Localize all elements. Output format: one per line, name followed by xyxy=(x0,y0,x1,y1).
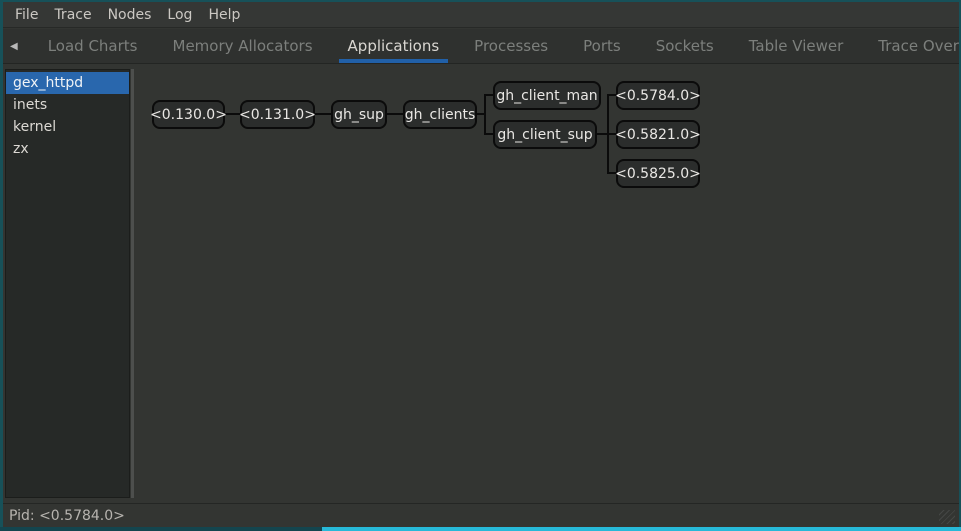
menu-trace[interactable]: Trace xyxy=(46,2,99,28)
sidebar-item-gex-httpd[interactable]: gex_httpd xyxy=(6,72,129,94)
process-tree-canvas: <0.130.0> <0.131.0> gh_sup gh_clients gh_cli… xyxy=(0,0,961,531)
window-border-left xyxy=(0,0,3,531)
observer-window: FileTraceNodesLogHelp ◀ Load Charts Memor… xyxy=(0,0,961,531)
process-node-gh-clients[interactable]: gh_clients xyxy=(403,100,477,129)
tab-strip: Load Charts Memory Allocators Applications… xyxy=(25,29,961,63)
tab-processes[interactable]: Processes xyxy=(465,29,557,63)
content-area: gex_httpdinetskernelzx <0.130.0> <0.131.0… xyxy=(3,64,959,503)
sidebar-item-kernel[interactable]: kernel xyxy=(6,116,129,138)
tab-bar: ◀ Load Charts Memory Allocators Applicatio… xyxy=(3,29,959,64)
menu-help[interactable]: Help xyxy=(200,2,248,28)
process-node-gh-sup[interactable]: gh_sup xyxy=(331,100,387,129)
tab-applications[interactable]: Applications xyxy=(339,29,449,63)
status-bar: Pid: <0.5784.0> xyxy=(3,503,959,527)
process-node-gh-client-sup[interactable]: gh_client_sup xyxy=(493,120,597,149)
tree-connector xyxy=(477,113,485,115)
process-node-0-5825-0[interactable]: <0.5825.0> xyxy=(616,159,700,188)
status-text: Pid: <0.5784.0> xyxy=(9,508,125,524)
tab-sockets[interactable]: Sockets xyxy=(647,29,723,63)
tree-connector xyxy=(597,133,608,135)
tab-table-viewer[interactable]: Table Viewer xyxy=(740,29,853,63)
tree-connector xyxy=(484,94,486,135)
tree-connector xyxy=(607,94,609,174)
splitter-handle[interactable] xyxy=(131,69,134,498)
window-border-bottom-left xyxy=(0,527,322,531)
menu-file[interactable]: File xyxy=(7,2,46,28)
tree-connector xyxy=(484,94,493,96)
process-node-0-131-0[interactable]: <0.131.0> xyxy=(240,100,315,129)
sidebar-item-zx[interactable]: zx xyxy=(6,138,129,160)
process-node-0-5784-0[interactable]: <0.5784.0> xyxy=(616,81,700,110)
tree-connector xyxy=(315,113,331,115)
process-node-0-130-0[interactable]: <0.130.0> xyxy=(152,100,225,129)
tree-connector xyxy=(225,113,240,115)
tab-memory-allocators[interactable]: Memory Allocators xyxy=(164,29,322,63)
process-node-0-5821-0[interactable]: <0.5821.0> xyxy=(616,120,700,149)
tab-trace-overview[interactable]: Trace Overview xyxy=(869,29,961,63)
tree-connector xyxy=(387,113,403,115)
tree-connector xyxy=(484,133,493,135)
menu-nodes[interactable]: Nodes xyxy=(100,2,160,28)
window-border-top xyxy=(0,0,961,2)
resize-grip[interactable] xyxy=(939,510,955,524)
sidebar-item-inets[interactable]: inets xyxy=(6,94,129,116)
window-border-bottom-accent[interactable] xyxy=(322,527,961,531)
menu-bar: FileTraceNodesLogHelp xyxy=(3,2,959,28)
tab-load-charts[interactable]: Load Charts xyxy=(39,29,147,63)
scroll-left-icon[interactable]: ◀ xyxy=(3,29,25,63)
menu-log[interactable]: Log xyxy=(159,2,200,28)
process-node-gh-client-man[interactable]: gh_client_man xyxy=(493,81,601,110)
application-list: gex_httpdinetskernelzx xyxy=(5,69,130,498)
tab-ports[interactable]: Ports xyxy=(574,29,630,63)
